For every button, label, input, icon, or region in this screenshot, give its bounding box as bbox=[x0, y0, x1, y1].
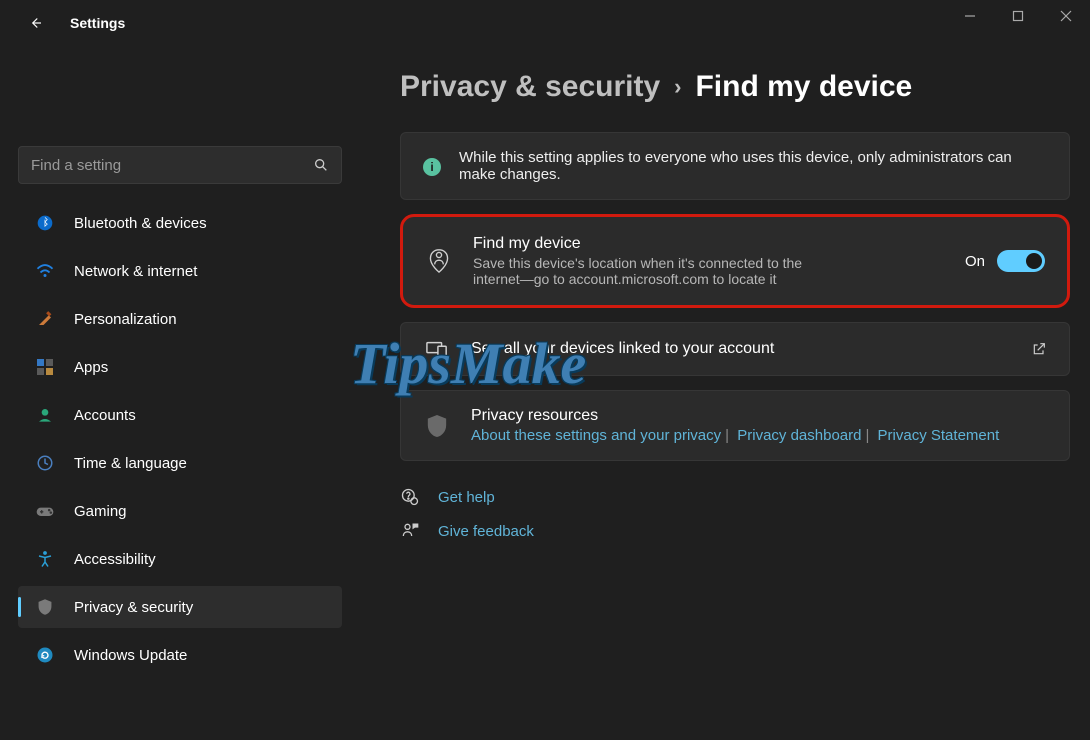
sidebar-item-label: Windows Update bbox=[74, 647, 187, 664]
sidebar-item-network[interactable]: Network & internet bbox=[18, 250, 342, 292]
privacy-link-dashboard[interactable]: Privacy dashboard bbox=[737, 427, 861, 444]
window-title: Settings bbox=[70, 15, 125, 31]
sidebar-item-accessibility[interactable]: Accessibility bbox=[18, 538, 342, 580]
breadcrumb: Privacy & security › Find my device bbox=[400, 70, 1070, 104]
close-button[interactable] bbox=[1042, 0, 1090, 32]
privacy-resources-card: Privacy resources About these settings a… bbox=[400, 390, 1070, 461]
sidebar-item-label: Personalization bbox=[74, 311, 177, 328]
info-text: While this setting applies to everyone w… bbox=[459, 149, 1047, 183]
main-content: Privacy & security › Find my device i Wh… bbox=[360, 46, 1090, 740]
minimize-button[interactable] bbox=[946, 0, 994, 32]
search-box[interactable] bbox=[18, 146, 342, 184]
linked-devices-label: See all your devices linked to your acco… bbox=[471, 340, 1031, 358]
person-icon bbox=[32, 407, 58, 423]
clock-globe-icon bbox=[32, 454, 58, 472]
sidebar-item-privacy-security[interactable]: Privacy & security bbox=[18, 586, 342, 628]
breadcrumb-parent[interactable]: Privacy & security bbox=[400, 70, 660, 104]
feedback-icon bbox=[400, 521, 420, 541]
location-person-icon bbox=[425, 249, 453, 273]
privacy-link-about[interactable]: About these settings and your privacy bbox=[471, 427, 721, 444]
linked-devices-row[interactable]: See all your devices linked to your acco… bbox=[400, 322, 1070, 376]
arrow-left-icon bbox=[26, 14, 44, 32]
update-icon bbox=[32, 646, 58, 664]
setting-title: Find my device bbox=[473, 235, 965, 253]
toggle-state-label: On bbox=[965, 253, 985, 270]
give-feedback-link[interactable]: Give feedback bbox=[400, 521, 1070, 541]
close-icon bbox=[1060, 10, 1072, 22]
apps-icon bbox=[32, 359, 58, 375]
sidebar-item-time-language[interactable]: Time & language bbox=[18, 442, 342, 484]
sidebar-item-label: Bluetooth & devices bbox=[74, 215, 207, 232]
get-help-label: Get help bbox=[438, 489, 495, 506]
gamepad-icon bbox=[32, 504, 58, 518]
sidebar-nav: Bluetooth & devices Network & internet P… bbox=[18, 202, 342, 682]
accessibility-icon bbox=[32, 550, 58, 568]
sidebar-item-label: Gaming bbox=[74, 503, 127, 520]
brush-icon bbox=[32, 310, 58, 328]
open-external-icon bbox=[1031, 341, 1047, 357]
sidebar-item-label: Time & language bbox=[74, 455, 187, 472]
help-icon bbox=[400, 487, 420, 507]
sidebar-item-label: Accessibility bbox=[74, 551, 156, 568]
footer-links: Get help Give feedback bbox=[400, 487, 1070, 541]
minimize-icon bbox=[964, 10, 976, 22]
find-my-device-toggle[interactable] bbox=[997, 250, 1045, 272]
chevron-right-icon: › bbox=[674, 74, 681, 100]
bluetooth-icon bbox=[32, 215, 58, 231]
setting-description: Save this device's location when it's co… bbox=[473, 255, 833, 287]
titlebar: Settings bbox=[0, 0, 1090, 46]
devices-icon bbox=[423, 339, 451, 359]
sidebar-item-label: Accounts bbox=[74, 407, 136, 424]
sidebar-item-bluetooth[interactable]: Bluetooth & devices bbox=[18, 202, 342, 244]
maximize-icon bbox=[1012, 10, 1024, 22]
privacy-resources-title: Privacy resources bbox=[471, 407, 1047, 425]
profile-area bbox=[18, 46, 342, 146]
privacy-link-statement[interactable]: Privacy Statement bbox=[878, 427, 1000, 444]
search-icon bbox=[313, 157, 329, 173]
maximize-button[interactable] bbox=[994, 0, 1042, 32]
info-icon: i bbox=[423, 158, 441, 176]
sidebar-item-gaming[interactable]: Gaming bbox=[18, 490, 342, 532]
sidebar-item-windows-update[interactable]: Windows Update bbox=[18, 634, 342, 676]
sidebar-item-accounts[interactable]: Accounts bbox=[18, 394, 342, 436]
shield-icon bbox=[32, 598, 58, 616]
back-button[interactable] bbox=[20, 8, 50, 38]
search-input[interactable] bbox=[31, 157, 313, 174]
page-title: Find my device bbox=[695, 70, 912, 104]
find-my-device-card: Find my device Save this device's locati… bbox=[400, 214, 1070, 308]
sidebar-item-personalization[interactable]: Personalization bbox=[18, 298, 342, 340]
window-controls bbox=[946, 0, 1090, 32]
shield-icon bbox=[423, 413, 451, 439]
sidebar-item-label: Apps bbox=[74, 359, 108, 376]
sidebar-item-label: Privacy & security bbox=[74, 599, 193, 616]
info-banner: i While this setting applies to everyone… bbox=[400, 132, 1070, 200]
wifi-icon bbox=[32, 264, 58, 278]
sidebar-item-label: Network & internet bbox=[74, 263, 197, 280]
sidebar-item-apps[interactable]: Apps bbox=[18, 346, 342, 388]
give-feedback-label: Give feedback bbox=[438, 523, 534, 540]
sidebar: Bluetooth & devices Network & internet P… bbox=[0, 46, 360, 740]
get-help-link[interactable]: Get help bbox=[400, 487, 1070, 507]
